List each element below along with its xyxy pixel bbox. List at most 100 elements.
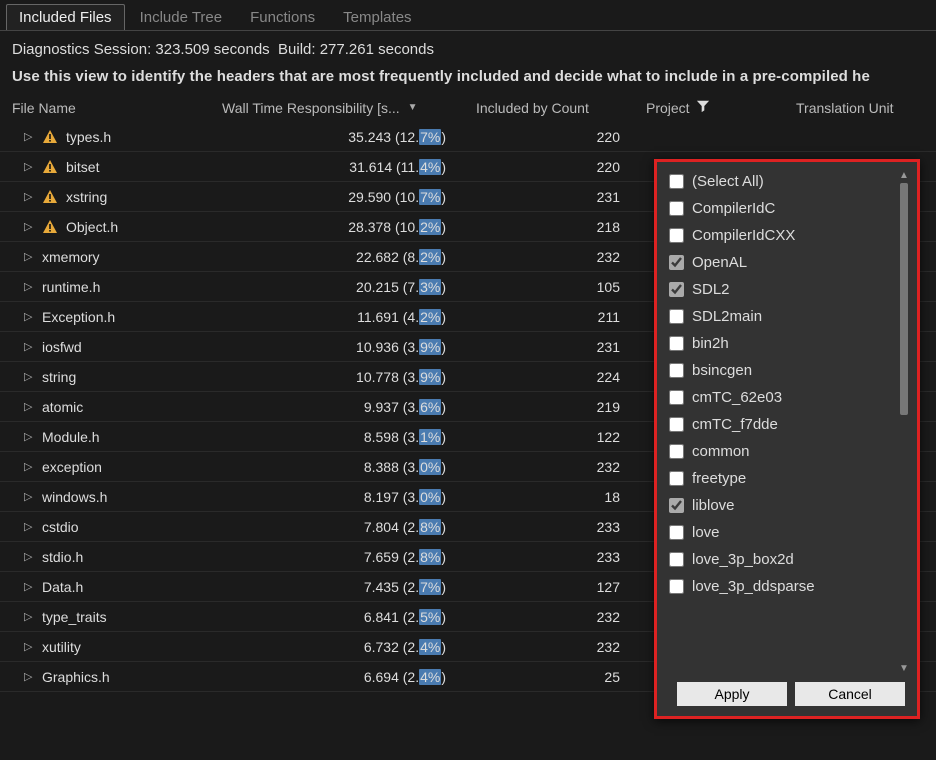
filter-item[interactable]: OpenAL bbox=[663, 249, 911, 276]
filter-item[interactable]: CompilerIdCXX bbox=[663, 222, 911, 249]
filter-item-label: cmTC_f7dde bbox=[692, 416, 778, 433]
wall-time-value: 9.937 (3.6%) bbox=[222, 399, 476, 415]
included-by-count-value: 224 bbox=[476, 369, 646, 385]
scroll-thumb[interactable] bbox=[900, 183, 908, 415]
included-by-count-value: 105 bbox=[476, 279, 646, 295]
tab-functions[interactable]: Functions bbox=[237, 4, 328, 30]
filter-item[interactable]: cmTC_62e03 bbox=[663, 384, 911, 411]
expander-icon[interactable]: ▷ bbox=[24, 460, 34, 473]
filter-item-label: common bbox=[692, 443, 750, 460]
included-by-count-value: 211 bbox=[476, 309, 646, 325]
filter-item[interactable]: common bbox=[663, 438, 911, 465]
expander-icon[interactable]: ▷ bbox=[24, 130, 34, 143]
filter-checkbox[interactable] bbox=[669, 174, 684, 189]
filter-item-label: (Select All) bbox=[692, 173, 764, 190]
file-name: bitset bbox=[66, 159, 99, 175]
scroll-down-icon[interactable]: ▼ bbox=[899, 663, 909, 674]
col-project[interactable]: Project bbox=[646, 99, 796, 116]
filter-item-label: love_3p_box2d bbox=[692, 551, 794, 568]
project-filter-popup: (Select All) CompilerIdCCompilerIdCXXOpen… bbox=[654, 159, 920, 719]
col-file-name[interactable]: File Name bbox=[12, 99, 222, 116]
expander-icon[interactable]: ▷ bbox=[24, 640, 34, 653]
filter-item[interactable]: love_3p_ddsparse bbox=[663, 573, 911, 600]
file-name: iosfwd bbox=[42, 339, 82, 355]
included-by-count-value: 232 bbox=[476, 459, 646, 475]
expander-icon[interactable]: ▷ bbox=[24, 400, 34, 413]
expander-icon[interactable]: ▷ bbox=[24, 490, 34, 503]
file-name: types.h bbox=[66, 129, 111, 145]
wall-time-value: 11.691 (4.2%) bbox=[222, 309, 476, 325]
filter-checkbox[interactable] bbox=[669, 201, 684, 216]
build-time: 277.261 seconds bbox=[320, 41, 434, 58]
filter-checkbox[interactable] bbox=[669, 471, 684, 486]
session-time: 323.509 seconds bbox=[155, 41, 269, 58]
expander-icon[interactable]: ▷ bbox=[24, 610, 34, 623]
table-row[interactable]: ▷types.h35.243 (12.7%)220 bbox=[0, 122, 936, 152]
filter-checkbox[interactable] bbox=[669, 282, 684, 297]
filter-item[interactable]: love_3p_box2d bbox=[663, 546, 911, 573]
filter-item[interactable]: freetype bbox=[663, 465, 911, 492]
filter-item[interactable]: love bbox=[663, 519, 911, 546]
filter-checkbox[interactable] bbox=[669, 444, 684, 459]
expander-icon[interactable]: ▷ bbox=[24, 280, 34, 293]
filter-item[interactable]: bin2h bbox=[663, 330, 911, 357]
expander-icon[interactable]: ▷ bbox=[24, 370, 34, 383]
filter-item[interactable]: liblove bbox=[663, 492, 911, 519]
file-name: runtime.h bbox=[42, 279, 100, 295]
filter-checkbox[interactable] bbox=[669, 579, 684, 594]
expander-icon[interactable]: ▷ bbox=[24, 160, 34, 173]
col-translation-unit[interactable]: Translation Unit bbox=[796, 99, 924, 116]
cancel-button[interactable]: Cancel bbox=[795, 682, 905, 706]
expander-icon[interactable]: ▷ bbox=[24, 670, 34, 683]
wall-time-value: 10.778 (3.9%) bbox=[222, 369, 476, 385]
wall-time-value: 8.388 (3.0%) bbox=[222, 459, 476, 475]
wall-time-value: 7.435 (2.7%) bbox=[222, 579, 476, 595]
expander-icon[interactable]: ▷ bbox=[24, 190, 34, 203]
filter-checkbox[interactable] bbox=[669, 417, 684, 432]
expander-icon[interactable]: ▷ bbox=[24, 220, 34, 233]
col-wall-time[interactable]: Wall Time Responsibility [s... ▼ bbox=[222, 99, 476, 116]
expander-icon[interactable]: ▷ bbox=[24, 520, 34, 533]
filter-item-label: liblove bbox=[692, 497, 735, 514]
filter-checkbox[interactable] bbox=[669, 498, 684, 513]
file-name: atomic bbox=[42, 399, 83, 415]
warning-icon bbox=[42, 159, 58, 175]
expander-icon[interactable]: ▷ bbox=[24, 250, 34, 263]
scroll-up-icon[interactable]: ▲ bbox=[899, 170, 909, 181]
filter-checkbox[interactable] bbox=[669, 363, 684, 378]
filter-item[interactable]: (Select All) bbox=[663, 168, 911, 195]
expander-icon[interactable]: ▷ bbox=[24, 550, 34, 563]
filter-checkbox[interactable] bbox=[669, 336, 684, 351]
apply-button[interactable]: Apply bbox=[677, 682, 787, 706]
included-by-count-value: 231 bbox=[476, 189, 646, 205]
tab-included-files[interactable]: Included Files bbox=[6, 4, 125, 30]
tab-include-tree[interactable]: Include Tree bbox=[127, 4, 236, 30]
filter-item[interactable]: CompilerIdC bbox=[663, 195, 911, 222]
filter-checkbox[interactable] bbox=[669, 525, 684, 540]
wall-time-value: 6.694 (2.4%) bbox=[222, 669, 476, 685]
filter-item-label: SDL2 bbox=[692, 281, 730, 298]
included-by-count-value: 233 bbox=[476, 549, 646, 565]
filter-item[interactable]: SDL2main bbox=[663, 303, 911, 330]
filter-item[interactable]: bsincgen bbox=[663, 357, 911, 384]
col-included-by-count[interactable]: Included by Count bbox=[476, 99, 646, 116]
included-by-count-value: 220 bbox=[476, 129, 646, 145]
included-by-count-value: 220 bbox=[476, 159, 646, 175]
tab-templates[interactable]: Templates bbox=[330, 4, 424, 30]
expander-icon[interactable]: ▷ bbox=[24, 310, 34, 323]
filter-scrollbar[interactable]: ▲ ▼ bbox=[897, 170, 911, 674]
filter-item[interactable]: SDL2 bbox=[663, 276, 911, 303]
expander-icon[interactable]: ▷ bbox=[24, 430, 34, 443]
filter-icon[interactable] bbox=[696, 99, 710, 116]
filter-checkbox[interactable] bbox=[669, 255, 684, 270]
filter-checkbox[interactable] bbox=[669, 309, 684, 324]
filter-checkbox[interactable] bbox=[669, 390, 684, 405]
wall-time-value: 6.841 (2.5%) bbox=[222, 609, 476, 625]
file-name: Object.h bbox=[66, 219, 118, 235]
expander-icon[interactable]: ▷ bbox=[24, 340, 34, 353]
col-project-label: Project bbox=[646, 100, 690, 116]
filter-item[interactable]: cmTC_f7dde bbox=[663, 411, 911, 438]
filter-checkbox[interactable] bbox=[669, 228, 684, 243]
filter-checkbox[interactable] bbox=[669, 552, 684, 567]
expander-icon[interactable]: ▷ bbox=[24, 580, 34, 593]
